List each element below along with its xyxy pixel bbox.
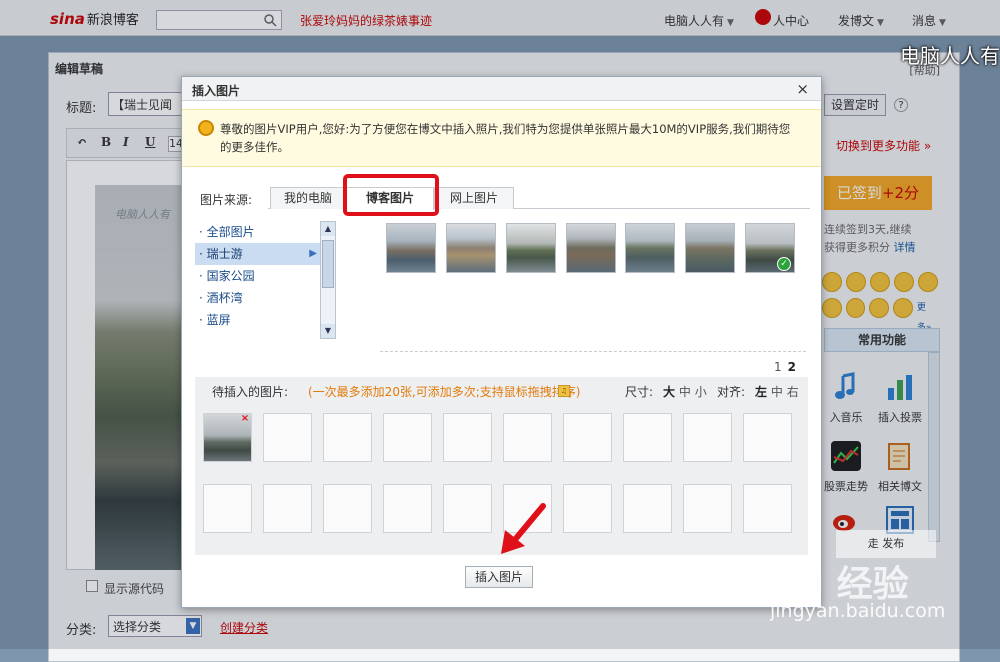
close-icon[interactable]: ×: [796, 80, 809, 98]
pending-label: 待插入的图片:: [212, 385, 289, 399]
dialog-title: 插入图片: [192, 84, 241, 98]
album-item-all[interactable]: · 全部图片: [195, 221, 321, 243]
pending-image-slot[interactable]: [683, 413, 732, 462]
medal-icon: [198, 120, 214, 136]
dialog-header: 插入图片 ×: [182, 77, 821, 101]
remove-icon[interactable]: ×: [240, 414, 250, 424]
pending-image-slot[interactable]: [623, 484, 672, 533]
pending-image-slot[interactable]: [203, 484, 252, 533]
scroll-up-icon[interactable]: ▲: [321, 222, 335, 236]
pending-image-slot[interactable]: [683, 484, 732, 533]
pending-image-slot[interactable]: [503, 413, 552, 462]
album-item-national-park[interactable]: · 国家公园: [195, 265, 321, 287]
align-left[interactable]: 左: [755, 385, 767, 399]
publish-button-covered[interactable]: 走 发布: [836, 530, 936, 558]
baidu-url-watermark: jingyan.baidu.com: [770, 600, 946, 622]
pending-image-slot[interactable]: [383, 413, 432, 462]
album-list: · 全部图片 · 瑞士游 ▶ · 国家公园 · 酒杯湾 · 蓝屏: [195, 221, 321, 339]
page-2-current[interactable]: 2: [788, 360, 796, 374]
insert-image-button[interactable]: 插入图片: [465, 566, 533, 588]
align-options: 左 中 右: [755, 383, 799, 400]
align-center[interactable]: 中: [771, 385, 783, 399]
tab-web-images[interactable]: 网上图片: [434, 187, 514, 209]
size-small[interactable]: 小: [695, 385, 707, 399]
scroll-thumb[interactable]: [322, 240, 334, 288]
album-item-blue-screen[interactable]: · 蓝屏: [195, 309, 321, 331]
image-source-label: 图片来源:: [200, 193, 253, 207]
pending-hint: (一次最多添加20张,可添加多次;支持鼠标拖拽排序): [308, 385, 581, 399]
album-item-wineglass-bay[interactable]: · 酒杯湾: [195, 287, 321, 309]
album-label: 国家公园: [206, 269, 255, 283]
album-label: 全部图片: [206, 225, 255, 239]
pending-image-slot[interactable]: [563, 413, 612, 462]
photo-thumbnail[interactable]: [566, 223, 616, 273]
size-options: 大 中 小: [663, 383, 707, 400]
album-item-switzerland[interactable]: · 瑞士游 ▶: [195, 243, 321, 265]
photo-thumbnail[interactable]: [446, 223, 496, 273]
align-right[interactable]: 右: [787, 385, 799, 399]
pending-image-slot[interactable]: [263, 413, 312, 462]
photo-thumbnail[interactable]: [506, 223, 556, 273]
vip-notice-text: 尊敬的图片VIP用户,您好:为了方便您在博文中插入照片,我们特为您提供单张照片最…: [220, 122, 791, 154]
vip-notice: 尊敬的图片VIP用户,您好:为了方便您在博文中插入照片,我们特为您提供单张照片最…: [182, 109, 821, 167]
pending-image-slot[interactable]: [323, 484, 372, 533]
pending-image-slot[interactable]: [743, 413, 792, 462]
photo-thumbnail[interactable]: [685, 223, 735, 273]
pending-image-slot-filled[interactable]: ×: [203, 413, 252, 462]
photo-thumbnail[interactable]: [625, 223, 675, 273]
pending-image-slot[interactable]: [383, 484, 432, 533]
page-1-link[interactable]: 1: [774, 360, 782, 374]
pending-image-slot[interactable]: [323, 413, 372, 462]
album-scrollbar[interactable]: ▲ ▼: [320, 221, 336, 339]
pending-image-slot[interactable]: [623, 413, 672, 462]
size-large[interactable]: 大: [663, 385, 675, 399]
album-label: 蓝屏: [206, 313, 231, 327]
highlight-annotation: [343, 174, 439, 216]
photo-thumbnail[interactable]: [386, 223, 436, 273]
album-label: 瑞士游: [206, 247, 243, 261]
pending-image-slot[interactable]: [563, 484, 612, 533]
arrow-annotation-icon: [501, 503, 546, 554]
pending-image-slot[interactable]: [743, 484, 792, 533]
checkmark-icon: ✓: [777, 257, 791, 271]
pagination: 12: [774, 360, 796, 374]
size-label: 尺寸:: [625, 385, 654, 399]
size-medium[interactable]: 中: [679, 385, 691, 399]
pending-image-slot[interactable]: [443, 484, 492, 533]
watermark-text: 电脑人人有: [900, 44, 1000, 68]
album-label: 酒杯湾: [206, 291, 243, 305]
scroll-down-icon[interactable]: ▼: [321, 324, 335, 338]
align-label: 对齐:: [717, 385, 746, 399]
pending-image-slot[interactable]: [443, 413, 492, 462]
triangle-right-icon: ▶: [309, 248, 317, 259]
divider: [380, 351, 806, 352]
tab-my-computer[interactable]: 我的电脑: [270, 187, 346, 209]
info-icon: ♫: [558, 385, 570, 397]
pending-image-slot[interactable]: [263, 484, 312, 533]
